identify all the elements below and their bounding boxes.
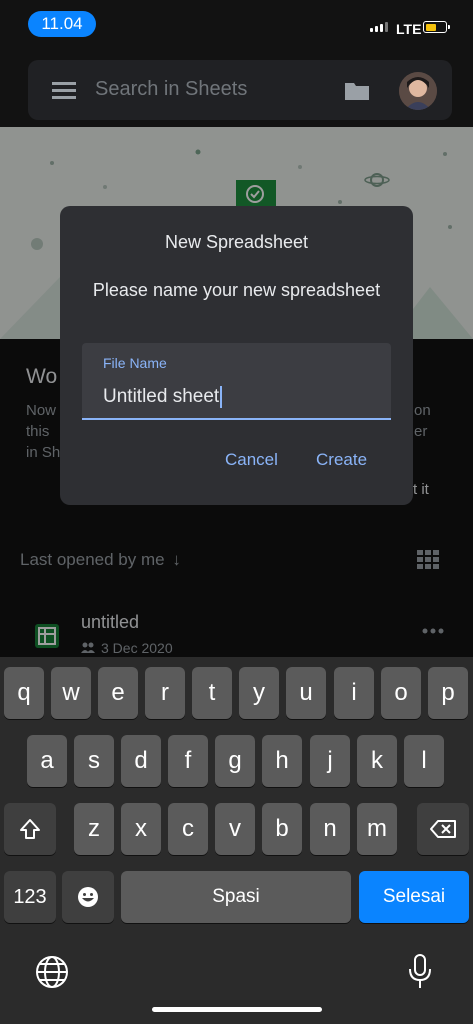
key-i[interactable]: i: [334, 667, 374, 719]
status-time: 11.04: [28, 11, 96, 37]
key-s[interactable]: s: [74, 735, 114, 787]
dialog-message: Please name your new spreadsheet: [92, 280, 381, 300]
key-y[interactable]: y: [239, 667, 279, 719]
home-indicator[interactable]: [152, 1007, 322, 1012]
key-p[interactable]: p: [428, 667, 468, 719]
network-type: LTE: [396, 21, 422, 37]
cancel-button[interactable]: Cancel: [225, 450, 278, 470]
shift-key[interactable]: [4, 803, 56, 855]
space-key[interactable]: Spasi: [121, 871, 351, 923]
key-o[interactable]: o: [381, 667, 421, 719]
file-name-input[interactable]: Untitled sheet: [103, 386, 223, 408]
microphone-icon[interactable]: [407, 953, 433, 991]
key-n[interactable]: n: [310, 803, 350, 855]
key-x[interactable]: x: [121, 803, 161, 855]
file-name-label: File Name: [103, 355, 167, 371]
keyboard: q w e r t y u i o p a s d f g h j k l z …: [0, 657, 473, 1024]
account-avatar[interactable]: [399, 72, 437, 110]
backspace-icon: [430, 820, 456, 838]
key-j[interactable]: j: [310, 735, 350, 787]
key-t[interactable]: t: [192, 667, 232, 719]
key-k[interactable]: k: [357, 735, 397, 787]
key-a[interactable]: a: [27, 735, 67, 787]
numbers-key[interactable]: 123: [4, 871, 56, 923]
folder-icon[interactable]: [344, 81, 370, 101]
done-key[interactable]: Selesai: [359, 871, 469, 923]
dialog-title: New Spreadsheet: [164, 232, 309, 252]
globe-icon[interactable]: [35, 955, 69, 989]
text-cursor: [220, 386, 223, 408]
key-v[interactable]: v: [215, 803, 255, 855]
menu-icon[interactable]: [52, 82, 76, 100]
key-b[interactable]: b: [262, 803, 302, 855]
create-button[interactable]: Create: [316, 450, 367, 470]
key-q[interactable]: q: [4, 667, 44, 719]
field-underline: [82, 418, 391, 420]
file-name-value: Untitled sheet: [103, 386, 220, 407]
key-z[interactable]: z: [74, 803, 114, 855]
emoji-icon: [78, 887, 98, 907]
key-w[interactable]: w: [51, 667, 91, 719]
key-u[interactable]: u: [286, 667, 326, 719]
search-input[interactable]: Search in Sheets: [95, 78, 247, 101]
key-r[interactable]: r: [145, 667, 185, 719]
key-e[interactable]: e: [98, 667, 138, 719]
key-d[interactable]: d: [121, 735, 161, 787]
key-f[interactable]: f: [168, 735, 208, 787]
battery-icon: [423, 21, 450, 33]
shift-icon: [20, 819, 40, 839]
cellular-signal-icon: [370, 22, 388, 32]
key-c[interactable]: c: [168, 803, 208, 855]
backspace-key[interactable]: [417, 803, 469, 855]
key-g[interactable]: g: [215, 735, 255, 787]
key-l[interactable]: l: [404, 735, 444, 787]
emoji-key[interactable]: [62, 871, 114, 923]
key-m[interactable]: m: [357, 803, 397, 855]
key-h[interactable]: h: [262, 735, 302, 787]
